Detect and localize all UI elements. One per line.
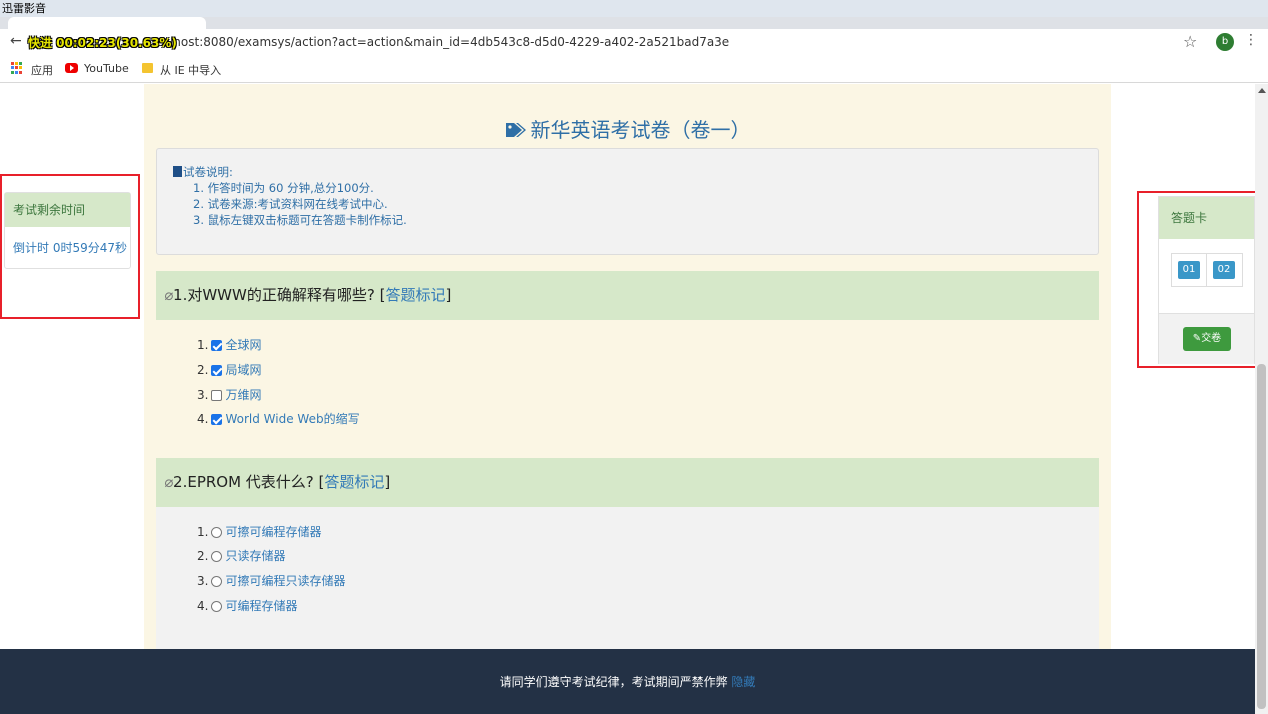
exam-title-text: 新华英语考试卷（卷一） [530, 118, 751, 142]
pencil-icon: ✎ [1192, 333, 1202, 344]
radio-unchecked[interactable] [211, 527, 223, 538]
active-tab[interactable] [8, 17, 206, 29]
footer-hide-link[interactable]: 隐藏 [731, 675, 755, 689]
question-1-option-2[interactable]: 2. 局域网 [197, 361, 261, 378]
back-arrow-icon[interactable]: ← [10, 33, 22, 49]
bookmark-youtube[interactable]: YouTube [84, 62, 129, 75]
apps-grid-icon[interactable] [11, 62, 23, 74]
checkbox-checked[interactable] [211, 340, 223, 351]
notice-title: 试卷说明: [183, 165, 233, 179]
answer-card-grid: 01 02 [1171, 253, 1243, 287]
tag-icon [505, 123, 526, 137]
browser-toolbar: ← calhost:8080/examsys/action?act=action… [0, 29, 1268, 56]
timer-heading: 考试剩余时间 [5, 193, 130, 227]
youtube-icon [65, 63, 78, 73]
bookmark-apps[interactable]: 应用 [31, 62, 53, 78]
notice-line: 2. 试卷来源:考试资料网在线考试中心. [193, 197, 388, 211]
answer-card: 答题卡 01 02 ✎交卷 [1158, 196, 1255, 364]
radio-unchecked[interactable] [211, 601, 223, 612]
answer-card-item[interactable]: 01 [1178, 261, 1200, 279]
tab-strip [0, 17, 1268, 29]
question-2-mark-link[interactable]: 答题标记 [324, 473, 384, 491]
exam-title: 新华英语考试卷（卷一） [144, 114, 1111, 143]
bookmarks-bar: 应用 YouTube 从 IE 中导入 [0, 56, 1268, 83]
profile-avatar[interactable]: b [1216, 33, 1234, 51]
exam-instructions: 试卷说明: 1. 作答时间为 60 分钟,总分100分. 2. 试卷来源:考试资… [156, 148, 1099, 255]
question-1-mark-link[interactable]: 答题标记 [385, 286, 445, 304]
countdown-text: 倒计时 0时59分47秒 [13, 241, 127, 255]
page-scrollbar[interactable] [1255, 84, 1268, 714]
scroll-thumb[interactable] [1257, 364, 1266, 709]
question-2-option-4[interactable]: 4. 可编程存储器 [197, 597, 297, 614]
book-icon [173, 166, 182, 177]
notice-line: 1. 作答时间为 60 分钟,总分100分. [193, 181, 374, 195]
player-title-bar: 迅雷影音 [0, 0, 1268, 17]
page-footer: 请同学们遵守考试纪律，考试期间严禁作弊 隐藏 [0, 649, 1255, 714]
question-1-option-1[interactable]: 1. 全球网 [197, 336, 261, 353]
bookmark-star-icon[interactable]: ☆ [1183, 32, 1197, 51]
page-viewport: 新华英语考试卷（卷一） 试卷说明: 1. 作答时间为 60 分钟,总分100分.… [0, 84, 1255, 714]
answer-card-item[interactable]: 02 [1213, 261, 1236, 279]
exam-main: 新华英语考试卷（卷一） 试卷说明: 1. 作答时间为 60 分钟,总分100分.… [144, 84, 1111, 650]
footer-notice: 请同学们遵守考试纪律，考试期间严禁作弊 [499, 675, 728, 689]
question-1-header[interactable]: ⌀1.对WWW的正确解释有哪些? [答题标记] [156, 271, 1099, 320]
question-2-title: 2.EPROM 代表什么? [173, 473, 314, 491]
question-1-option-4[interactable]: 4. World Wide Web的缩写 [197, 410, 360, 427]
question-1-option-3[interactable]: 3. 万维网 [197, 386, 261, 403]
timer-panel: 考试剩余时间 倒计时 0时59分47秒 [4, 192, 131, 269]
radio-unchecked[interactable] [211, 551, 223, 562]
menu-kebab-icon[interactable]: ⋮ [1244, 32, 1258, 48]
answer-card-footer: ✎交卷 [1159, 313, 1254, 364]
player-title: 迅雷影音 [2, 2, 46, 15]
checkbox-unchecked[interactable] [211, 390, 223, 401]
folder-icon [142, 63, 153, 73]
question-2-option-2[interactable]: 2. 只读存储器 [197, 547, 285, 564]
playback-overlay: 快进 00:02:23(30.63%) [28, 36, 177, 50]
question-1-title: 1.对WWW的正确解释有哪些? [173, 286, 375, 304]
paperclip-icon: ⌀ [164, 286, 174, 304]
notice-line: 3. 鼠标左键双击标题可在答题卡制作标记. [193, 213, 407, 227]
scroll-up-icon[interactable] [1258, 88, 1266, 93]
question-2-header[interactable]: ⌀2.EPROM 代表什么? [答题标记] [156, 458, 1099, 507]
submit-exam-button[interactable]: ✎交卷 [1183, 327, 1231, 351]
checkbox-checked[interactable] [211, 414, 223, 425]
address-bar[interactable]: calhost:8080/examsys/action?act=action&m… [156, 35, 729, 49]
paperclip-icon: ⌀ [164, 473, 174, 491]
question-2-option-1[interactable]: 1. 可擦可编程存储器 [197, 523, 321, 540]
radio-unchecked[interactable] [211, 576, 223, 587]
answer-card-heading: 答题卡 [1159, 197, 1254, 239]
bookmark-ie-import[interactable]: 从 IE 中导入 [160, 62, 221, 78]
question-2-option-3[interactable]: 3. 可擦可编程只读存储器 [197, 572, 345, 589]
checkbox-checked[interactable] [211, 365, 223, 376]
